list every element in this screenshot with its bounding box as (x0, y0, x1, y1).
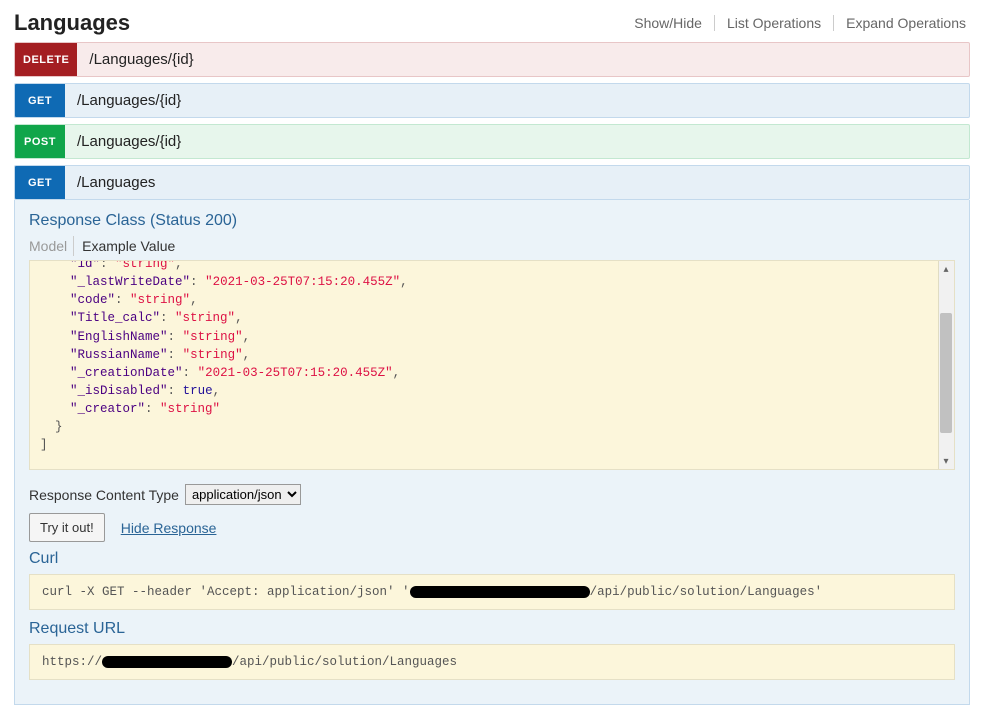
http-method-badge: DELETE (15, 43, 77, 76)
scroll-down-icon[interactable]: ▾ (938, 453, 954, 469)
operation-path: /Languages (65, 166, 167, 199)
hide-response-link[interactable]: Hide Response (121, 520, 217, 536)
response-content-type-label: Response Content Type (29, 487, 179, 503)
request-url-panel[interactable]: https:// /api/public/solution/Languages (29, 644, 955, 680)
scrollbar-thumb[interactable] (940, 313, 952, 433)
try-row: Try it out! Hide Response (29, 513, 955, 542)
scroll-up-icon[interactable]: ▴ (938, 261, 954, 277)
http-method-badge: GET (15, 166, 65, 199)
request-url-prefix: https:// (42, 655, 102, 669)
tab-example-value[interactable]: Example Value (82, 236, 175, 256)
operation-path: /Languages/{id} (77, 43, 205, 76)
example-json-content: "id": "string", "_lastWriteDate": "2021-… (40, 260, 944, 454)
operation-row[interactable]: DELETE/Languages/{id} (14, 42, 970, 77)
operation-path: /Languages/{id} (65, 125, 193, 158)
separator (833, 15, 834, 31)
scrollbar-track[interactable]: ▴ ▾ (938, 261, 954, 469)
response-content-type-select[interactable]: application/json (185, 484, 301, 505)
curl-suffix: /api/public/solution/Languages' (590, 585, 823, 599)
operation-row[interactable]: GET/Languages/{id} (14, 83, 970, 118)
example-json-panel[interactable]: "id": "string", "_lastWriteDate": "2021-… (29, 260, 955, 470)
response-tabs: Model Example Value (29, 236, 955, 256)
request-url-heading: Request URL (29, 620, 955, 638)
operation-detail-panel: Response Class (Status 200) Model Exampl… (14, 200, 970, 705)
response-class-heading: Response Class (Status 200) (29, 212, 955, 230)
operation-row[interactable]: POST/Languages/{id} (14, 124, 970, 159)
expand-operations-link[interactable]: Expand Operations (842, 15, 970, 31)
http-method-badge: POST (15, 125, 65, 158)
section-title[interactable]: Languages (14, 10, 130, 36)
http-method-badge: GET (15, 84, 65, 117)
operations-list: DELETE/Languages/{id}GET/Languages/{id}P… (14, 42, 970, 200)
show-hide-link[interactable]: Show/Hide (630, 15, 706, 31)
separator (714, 15, 715, 31)
redacted-host (102, 656, 232, 668)
curl-prefix: curl -X GET --header 'Accept: applicatio… (42, 585, 410, 599)
request-url-suffix: /api/public/solution/Languages (232, 655, 457, 669)
try-it-out-button[interactable]: Try it out! (29, 513, 105, 542)
response-content-type-row: Response Content Type application/json (29, 484, 955, 505)
section-actions: Show/Hide List Operations Expand Operati… (630, 15, 970, 31)
operation-row[interactable]: GET/Languages (14, 165, 970, 200)
list-operations-link[interactable]: List Operations (723, 15, 825, 31)
curl-heading: Curl (29, 550, 955, 568)
redacted-host (410, 586, 590, 598)
section-header: Languages Show/Hide List Operations Expa… (14, 10, 970, 36)
curl-command-panel[interactable]: curl -X GET --header 'Accept: applicatio… (29, 574, 955, 610)
tab-model[interactable]: Model (29, 236, 74, 256)
operation-path: /Languages/{id} (65, 84, 193, 117)
